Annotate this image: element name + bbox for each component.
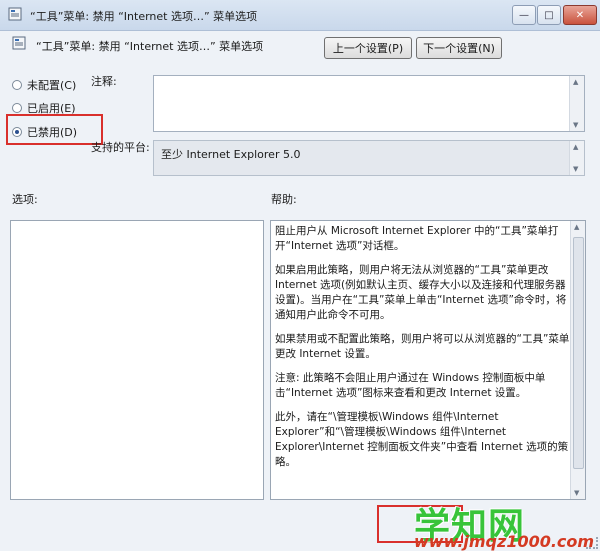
platform-label: 支持的平台: xyxy=(91,141,150,154)
help-text: 阻止用户从 Microsoft Internet Explorer 中的“工具”… xyxy=(275,224,571,479)
policy-settings-icon xyxy=(12,36,26,50)
help-paragraph: 阻止用户从 Microsoft Internet Explorer 中的“工具”… xyxy=(275,225,559,252)
policy-dialog-window: “工具”菜单: 禁用 “Internet 选项…” 菜单选项 — □ ✕ “工具… xyxy=(0,0,600,551)
close-button[interactable]: ✕ xyxy=(563,5,597,25)
window-title: “工具”菜单: 禁用 “Internet 选项…” 菜单选项 xyxy=(30,10,258,23)
scroll-up-icon[interactable]: ▲ xyxy=(573,143,578,151)
help-label: 帮助: xyxy=(271,193,297,206)
scroll-down-icon[interactable]: ▼ xyxy=(574,489,579,497)
scrollbar-thumb[interactable] xyxy=(573,237,584,469)
highlight-annotation xyxy=(6,114,103,145)
radio-button[interactable] xyxy=(12,80,22,90)
previous-setting-button[interactable]: 上一个设置(P) xyxy=(324,37,412,59)
resize-grip-icon[interactable] xyxy=(586,537,598,549)
comment-textarea[interactable]: ▲ ▼ xyxy=(153,75,585,132)
options-panel xyxy=(10,220,264,500)
watermark-url: www.jmqz1000.com xyxy=(414,532,595,551)
comment-label: 注释: xyxy=(91,75,117,88)
help-panel: 阻止用户从 Microsoft Internet Explorer 中的“工具”… xyxy=(270,220,586,500)
scroll-up-icon[interactable]: ▲ xyxy=(573,78,578,86)
title-bar[interactable]: “工具”菜单: 禁用 “Internet 选项…” 菜单选项 — □ ✕ xyxy=(0,0,600,31)
help-paragraph: 如果禁用或不配置此策略，则用户将可以从浏览器的“工具”菜单更改 Internet… xyxy=(275,333,570,360)
comment-scrollbar[interactable]: ▲ ▼ xyxy=(569,76,584,131)
radio-not-configured[interactable]: 未配置(C) xyxy=(12,77,76,93)
platform-field: 至少 Internet Explorer 5.0 ▲ ▼ xyxy=(153,140,585,176)
radio-label: 未配置(C) xyxy=(27,79,77,92)
maximize-button[interactable]: □ xyxy=(537,5,561,25)
policy-settings-icon xyxy=(8,7,22,21)
close-icon: ✕ xyxy=(575,9,585,21)
scroll-up-icon[interactable]: ▲ xyxy=(574,223,579,231)
options-label: 选项: xyxy=(12,193,38,206)
scroll-down-icon[interactable]: ▼ xyxy=(573,121,578,129)
next-setting-button[interactable]: 下一个设置(N) xyxy=(416,37,502,59)
help-paragraph: 此外，请在“\管理模板\Windows 组件\Internet Explorer… xyxy=(275,411,569,468)
maximize-icon: □ xyxy=(544,9,554,21)
minimize-icon: — xyxy=(519,9,529,21)
radio-button[interactable] xyxy=(12,103,22,113)
help-scrollbar[interactable]: ▲ ▼ xyxy=(570,221,585,499)
minimize-button[interactable]: — xyxy=(512,5,536,25)
help-paragraph: 注意: 此策略不会阻止用户通过在 Windows 控制面板中单击“Interne… xyxy=(275,372,546,399)
scroll-down-icon[interactable]: ▼ xyxy=(573,165,578,173)
help-paragraph: 如果启用此策略，则用户将无法从浏览器的“工具”菜单更改 Internet 选项(… xyxy=(275,264,567,321)
platform-scrollbar[interactable]: ▲ ▼ xyxy=(569,141,584,175)
policy-title: “工具”菜单: 禁用 “Internet 选项…” 菜单选项 xyxy=(36,40,264,53)
platform-value: 至少 Internet Explorer 5.0 xyxy=(161,148,301,161)
